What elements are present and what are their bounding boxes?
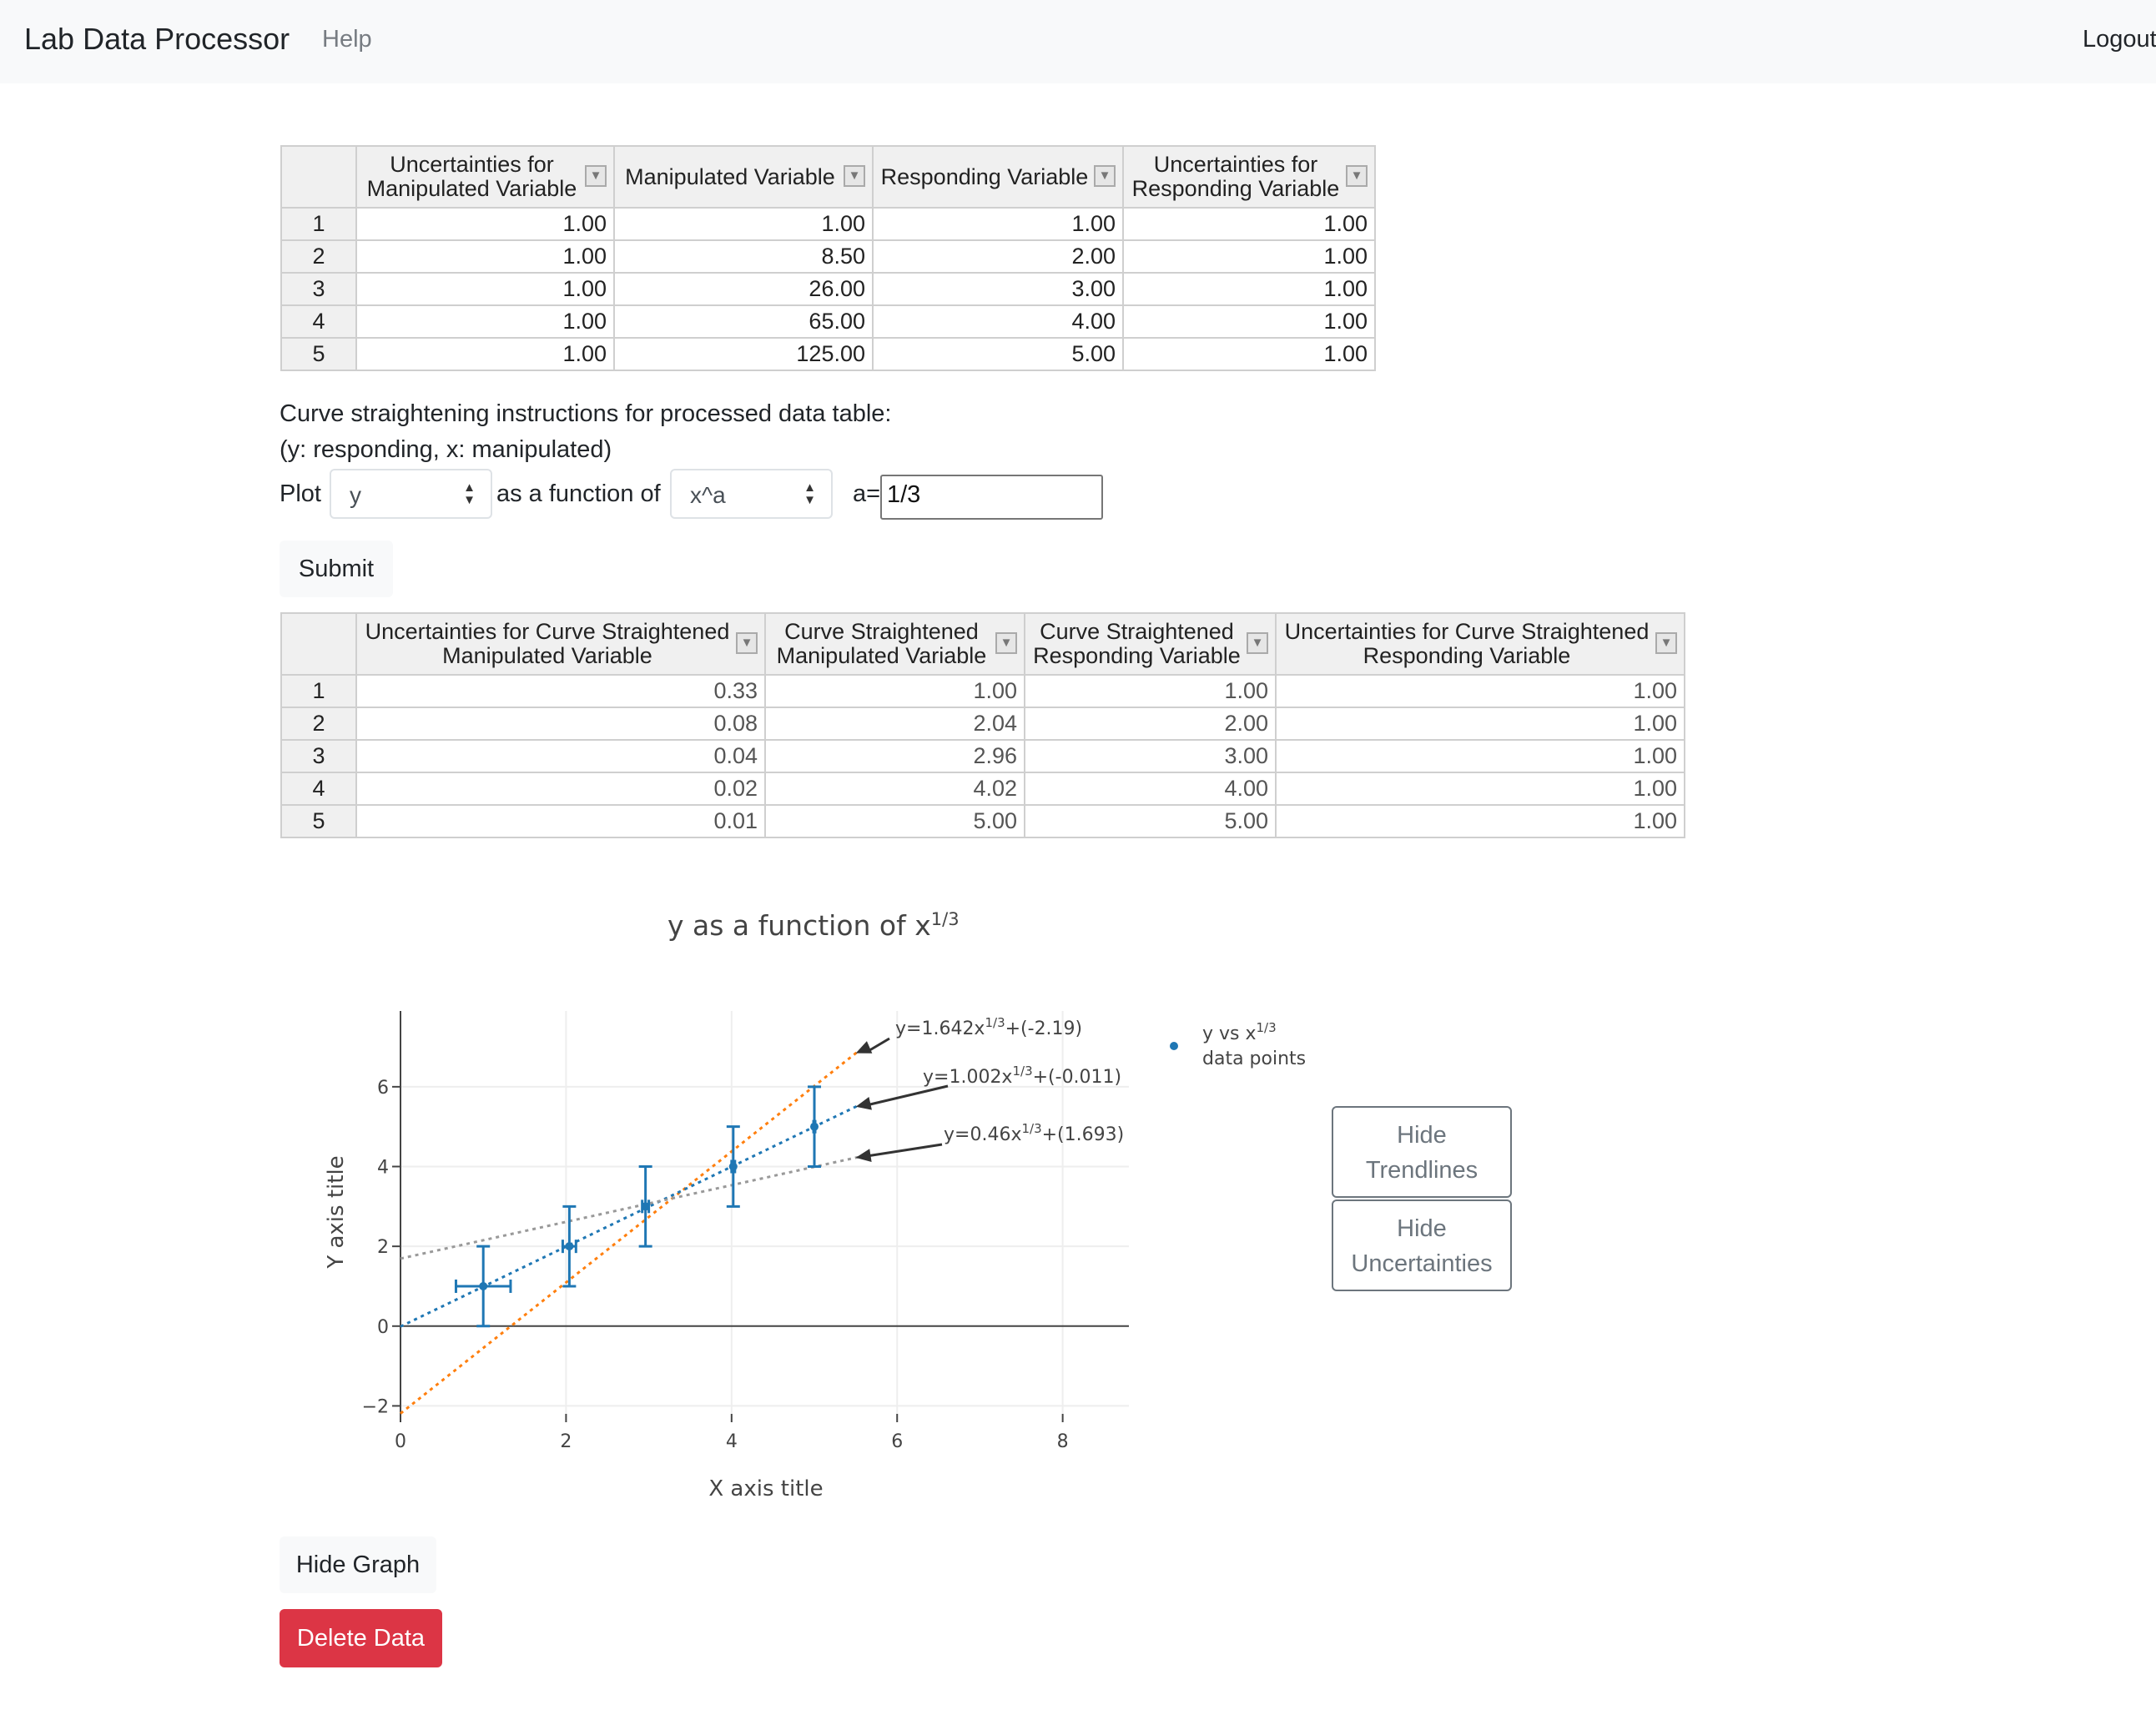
y-tick-label: 4: [377, 1158, 389, 1179]
scatter-chart: 0 2 4 6 8 −2 0 2 4 6 X axis title Y axis title y=1.…: [324, 1011, 1306, 1501]
y-tick-label: 6: [377, 1078, 389, 1099]
legend-marker-icon: [1170, 1042, 1178, 1050]
y-tick-label: 0: [377, 1317, 389, 1338]
data-point: [641, 1202, 650, 1211]
hide-uncertainties-button[interactable]: Hide Uncertainties: [1332, 1199, 1512, 1291]
x-tick-label: 6: [891, 1431, 903, 1452]
data-point: [565, 1242, 574, 1251]
delete-data-button[interactable]: Delete Data: [280, 1609, 442, 1667]
trendline-label: y=0.46x1/3+(1.693): [944, 1121, 1124, 1145]
annotation-arrow-line: [866, 1037, 890, 1053]
trendlines: [400, 1049, 861, 1415]
trendline: [400, 1104, 861, 1328]
y-tick-label: −2: [362, 1396, 389, 1417]
hide-trendlines-button[interactable]: Hide Trendlines: [1332, 1106, 1512, 1198]
y-axis-title: Y axis title: [324, 1155, 349, 1269]
annotation-arrow-head-icon: [855, 1149, 872, 1163]
x-axis-title: X axis title: [708, 1476, 823, 1501]
trendline-label: y=1.002x1/3+(-0.011): [923, 1064, 1121, 1088]
legend-label-line2: data points: [1202, 1049, 1306, 1069]
trendline-annotations: y=1.642x1/3+(-2.19) y=1.002x1/3+(-0.011) y…: [855, 1015, 1124, 1163]
x-tick-label: 2: [560, 1431, 572, 1452]
trendline-label: y=1.642x1/3+(-2.19): [895, 1015, 1082, 1039]
data-point: [728, 1162, 738, 1171]
x-tick-label: 0: [395, 1431, 406, 1452]
legend-label: y vs x1/3: [1202, 1020, 1277, 1044]
x-tick-label: 4: [726, 1431, 738, 1452]
hide-graph-button[interactable]: Hide Graph: [280, 1536, 436, 1593]
data-point: [810, 1122, 819, 1131]
data-point: [479, 1281, 488, 1290]
trendline: [400, 1049, 861, 1415]
annotation-arrow-line: [867, 1084, 949, 1107]
annotation-arrow-head-icon: [855, 1097, 872, 1110]
x-tick-label: 8: [1057, 1431, 1069, 1452]
annotation-arrow-line: [867, 1143, 943, 1158]
y-tick-label: 2: [377, 1237, 389, 1258]
annotation-arrow-head-icon: [855, 1041, 873, 1054]
chart-legend: y vs x1/3 data points: [1170, 1020, 1306, 1069]
trendline: [400, 1155, 860, 1260]
